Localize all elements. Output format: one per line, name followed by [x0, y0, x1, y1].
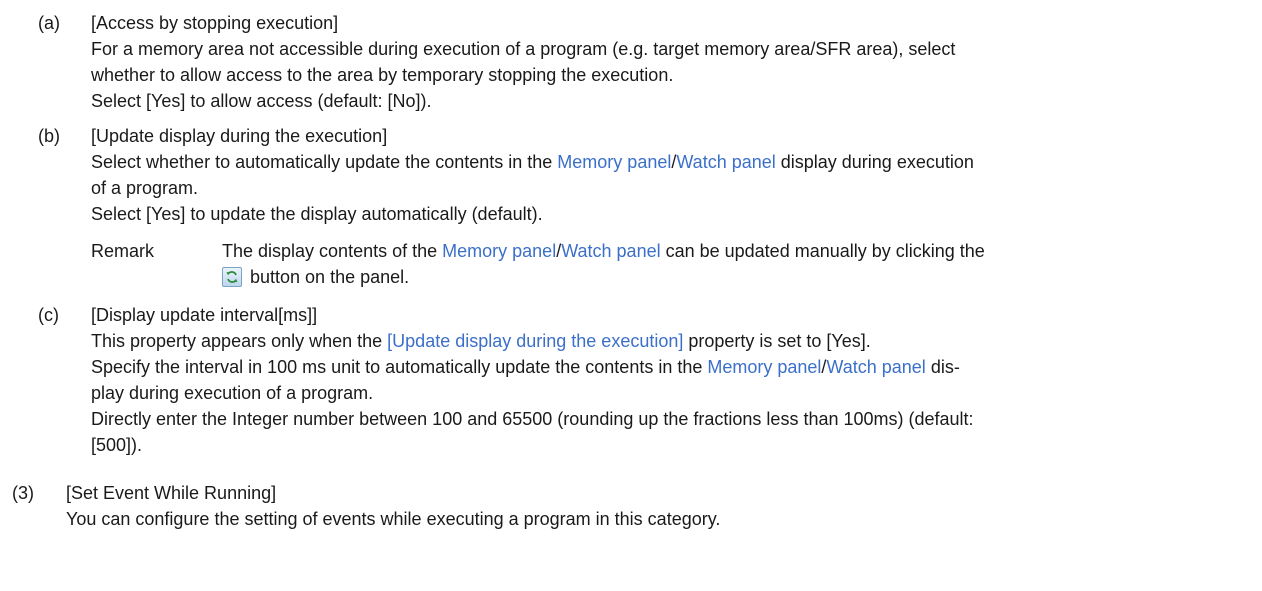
watch-panel-link[interactable]: Watch panel — [826, 357, 925, 377]
section-3-marker: (3) — [12, 483, 34, 503]
item-a-text-2: whether to allow access to the area by t… — [91, 65, 674, 85]
remark-text-2: button on the panel. — [222, 265, 409, 289]
item-c-text-5: [500]). — [91, 435, 143, 455]
item-a-text-3: Select [Yes] to allow access (default: [… — [91, 91, 432, 111]
watch-panel-link[interactable]: Watch panel — [561, 241, 660, 261]
item-c-marker: (c) — [38, 305, 59, 325]
remark-label: Remark — [91, 241, 155, 261]
item-b-text-2: of a program. — [91, 178, 199, 198]
item-c-text-2: Specify the interval in 100 ms unit to a… — [91, 355, 960, 379]
section-3-text-1: You can configure the setting of events … — [66, 509, 721, 529]
item-b-text-1-pre: Select whether to automatically update t… — [91, 152, 558, 172]
item-b-text-1-post: display during execution — [775, 152, 974, 172]
remark-pre: The display contents of the — [222, 241, 443, 261]
memory-panel-link[interactable]: Memory panel — [557, 152, 671, 172]
section-3-title: [Set Event While Running] — [66, 483, 277, 503]
watch-panel-link[interactable]: Watch panel — [676, 152, 775, 172]
item-b-text-3: Select [Yes] to update the display autom… — [91, 204, 543, 224]
item-c-text-1-post: property is set to [Yes]. — [683, 331, 871, 351]
memory-panel-link[interactable]: Memory panel — [442, 241, 556, 261]
item-c-text-2-pre: Specify the interval in 100 ms unit to a… — [91, 357, 708, 377]
item-b-title: [Update display during the execution] — [91, 126, 388, 146]
item-c-text-3: play during execution of a program. — [91, 383, 374, 403]
item-a-text-1: For a memory area not accessible during … — [91, 39, 956, 59]
item-c-text-4: Directly enter the Integer number betwee… — [91, 409, 974, 429]
item-c-text-1: This property appears only when the [Upd… — [91, 329, 871, 353]
update-display-property-link[interactable]: [Update display during the execution] — [387, 331, 683, 351]
memory-panel-link[interactable]: Memory panel — [707, 357, 821, 377]
item-c-text-1-pre: This property appears only when the — [91, 331, 388, 351]
item-a-title: [Access by stopping execution] — [91, 13, 339, 33]
remark-text-2-label: button on the panel. — [250, 267, 410, 287]
remark-post: can be updated manually by clicking the — [660, 241, 985, 261]
remark-text-1: The display contents of the Memory panel… — [222, 239, 985, 263]
item-a-marker: (a) — [38, 13, 60, 33]
item-b-marker: (b) — [38, 126, 60, 146]
item-c-text-2-post: dis- — [925, 357, 960, 377]
refresh-icon — [222, 267, 242, 287]
item-c-title: [Display update interval[ms]] — [91, 305, 318, 325]
item-b-text-1: Select whether to automatically update t… — [91, 150, 974, 174]
